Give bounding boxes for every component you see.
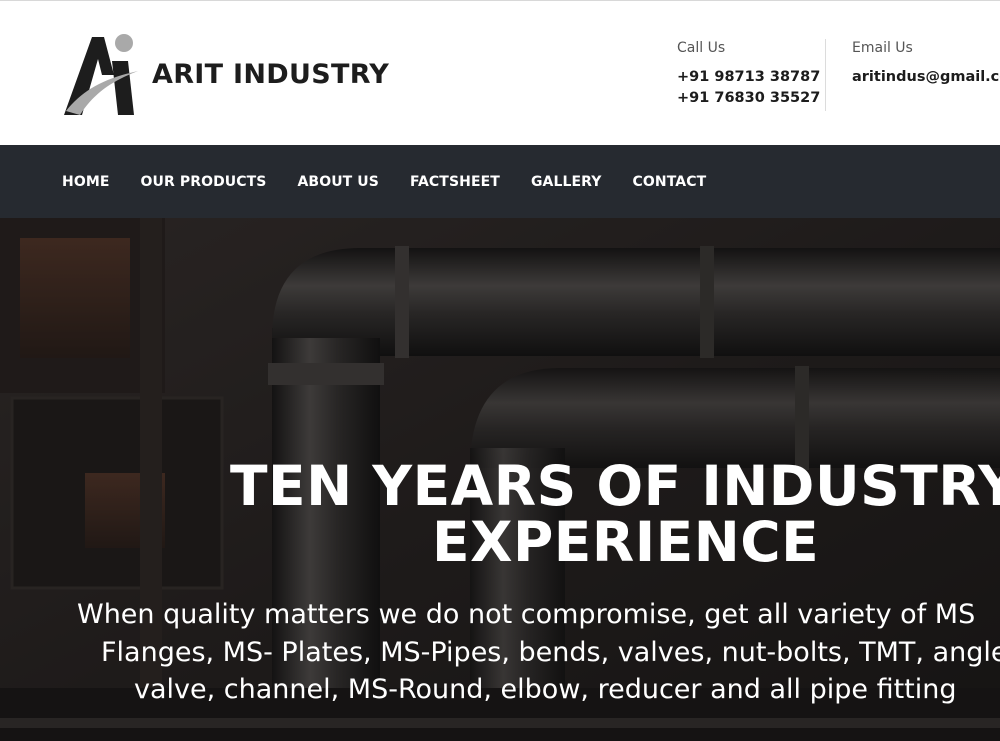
hero-banner: TEN YEARS OF INDUSTRY EXPERIENCE When qu…	[0, 218, 1000, 741]
nav-item-factsheet[interactable]: FACTSHEET	[410, 174, 500, 190]
phone-number-1[interactable]: +91 98713 38787	[677, 67, 820, 88]
site-logo[interactable]: ARIT INDUSTRY	[62, 31, 407, 117]
nav-item-home[interactable]: HOME	[62, 174, 110, 190]
site-header: ARIT INDUSTRY Call Us +91 98713 38787 +9…	[0, 0, 1000, 145]
hero-subtitle-line-2: Flanges, MS- Plates, MS-Pipes, bends, va…	[101, 637, 1000, 668]
contact-divider	[825, 39, 826, 111]
email-us-label: Email Us	[852, 40, 913, 56]
brand-name: ARIT INDUSTRY	[152, 58, 390, 90]
ai-monogram-logo-icon	[64, 34, 138, 115]
hero-title-line-2: EXPERIENCE	[432, 510, 820, 574]
main-navigation: HOME OUR PRODUCTS ABOUT US FACTSHEET GAL…	[0, 145, 1000, 218]
nav-item-gallery[interactable]: GALLERY	[531, 174, 602, 190]
call-us-label: Call Us	[677, 40, 726, 56]
email-us-block: Email Us aritindus@gmail.co	[852, 39, 1000, 88]
email-address[interactable]: aritindus@gmail.co	[852, 67, 1000, 88]
nav-item-our-products[interactable]: OUR PRODUCTS	[141, 174, 267, 190]
hero-title-line-1: TEN YEARS OF INDUSTRY	[230, 454, 1000, 518]
hero-subtitle-line-3: valve, channel, MS-Round, elbow, reducer…	[134, 674, 957, 705]
hero-subtitle-line-1: When quality matters we do not compromis…	[77, 599, 976, 630]
phone-number-2[interactable]: +91 76830 35527	[677, 88, 820, 109]
call-us-block: Call Us +91 98713 38787 +91 76830 35527	[677, 39, 820, 109]
nav-menu: HOME OUR PRODUCTS ABOUT US FACTSHEET GAL…	[62, 145, 737, 218]
nav-item-about-us[interactable]: ABOUT US	[297, 174, 378, 190]
nav-item-contact[interactable]: CONTACT	[633, 174, 707, 190]
